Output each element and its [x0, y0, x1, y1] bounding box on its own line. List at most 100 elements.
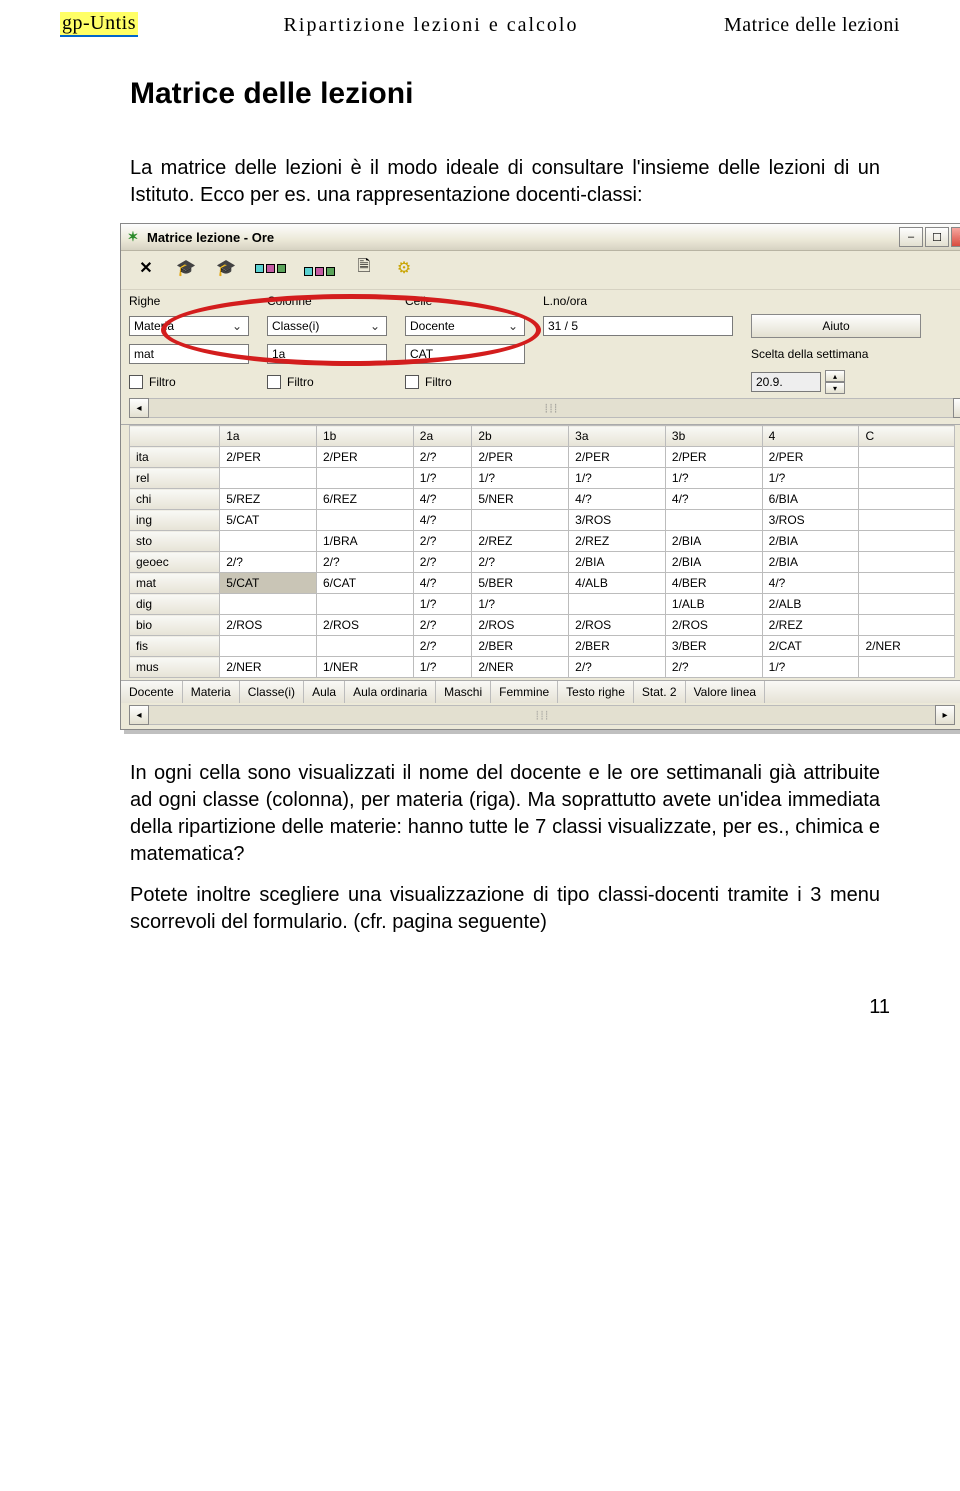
table-cell[interactable] [859, 615, 955, 636]
table-cell[interactable]: 2/PER [762, 447, 859, 468]
column-header[interactable]: 1b [317, 426, 414, 447]
scroll-right-icon[interactable]: ▸ [953, 398, 960, 418]
column-header[interactable]: 4 [762, 426, 859, 447]
column-header[interactable]: 3a [569, 426, 666, 447]
table-cell[interactable]: 2/ROS [665, 615, 762, 636]
bottom-column-header[interactable]: Maschi [436, 681, 491, 703]
table-cell[interactable]: 2/ROS [317, 615, 414, 636]
aiuto-button[interactable]: Aiuto [751, 314, 921, 338]
table-cell[interactable] [220, 531, 317, 552]
gears-icon[interactable]: ⚙ [393, 257, 415, 279]
table-cell[interactable]: 2/? [413, 552, 472, 573]
grid-scroll-left-icon[interactable]: ◂ [129, 705, 149, 725]
maximize-button[interactable]: ☐ [925, 227, 949, 247]
table-cell[interactable]: 5/BER [472, 573, 569, 594]
table-cell[interactable]: 2/CAT [762, 636, 859, 657]
table-cell[interactable]: 5/NER [472, 489, 569, 510]
hat-icon-1[interactable]: 🎓 [175, 257, 197, 279]
filtro-righe[interactable]: Filtro [129, 375, 249, 389]
table-cell[interactable]: 2/PER [220, 447, 317, 468]
table-cell[interactable] [317, 468, 414, 489]
row-header[interactable]: sto [130, 531, 220, 552]
table-cell[interactable] [220, 636, 317, 657]
table-cell[interactable] [859, 447, 955, 468]
row-header[interactable]: mat [130, 573, 220, 594]
bottom-column-header[interactable]: Valore linea [686, 681, 765, 703]
cancel-icon[interactable]: ✕ [135, 257, 157, 279]
table-cell[interactable]: 2/NER [859, 636, 955, 657]
table-cell[interactable]: 4/BER [665, 573, 762, 594]
table-cell[interactable]: 2/PER [665, 447, 762, 468]
table-cell[interactable] [859, 594, 955, 615]
table-cell[interactable]: 4/? [413, 510, 472, 531]
table-cell[interactable]: 2/ROS [472, 615, 569, 636]
table-cell[interactable] [859, 531, 955, 552]
table-cell[interactable]: 2/PER [569, 447, 666, 468]
table-cell[interactable]: 4/? [413, 573, 472, 594]
row-header[interactable]: ita [130, 447, 220, 468]
column-header[interactable]: C [859, 426, 955, 447]
table-cell[interactable]: 2/BIA [762, 552, 859, 573]
row-header[interactable]: fis [130, 636, 220, 657]
table-cell[interactable] [472, 510, 569, 531]
row-header[interactable]: mus [130, 657, 220, 678]
table-cell[interactable]: 4/? [762, 573, 859, 594]
bottom-column-header[interactable]: Femmine [491, 681, 558, 703]
input-righe-sub[interactable]: mat [129, 344, 249, 364]
table-cell[interactable]: 2/ALB [762, 594, 859, 615]
table-cell[interactable]: 1/? [472, 594, 569, 615]
table-cell[interactable]: 2/BIA [665, 531, 762, 552]
layout-icon-1[interactable] [255, 264, 286, 273]
controls-hscroll[interactable]: ┊┊┊ [149, 398, 953, 418]
bottom-column-header[interactable]: Aula ordinaria [345, 681, 436, 703]
table-cell[interactable]: 2/PER [317, 447, 414, 468]
hat-icon-2[interactable]: 🎓 [215, 257, 237, 279]
table-cell[interactable]: 4/ALB [569, 573, 666, 594]
print-preview-icon[interactable]: 🗎 [353, 257, 375, 279]
table-cell[interactable] [317, 636, 414, 657]
column-header[interactable]: 1a [220, 426, 317, 447]
table-cell[interactable]: 2/REZ [472, 531, 569, 552]
table-cell[interactable]: 1/? [665, 468, 762, 489]
row-header[interactable]: geoec [130, 552, 220, 573]
table-cell[interactable]: 2/ROS [569, 615, 666, 636]
row-header[interactable]: ing [130, 510, 220, 531]
table-cell[interactable]: 4/? [569, 489, 666, 510]
table-cell[interactable]: 1/? [413, 594, 472, 615]
table-cell[interactable]: 1/? [569, 468, 666, 489]
filtro-colonne[interactable]: Filtro [267, 375, 387, 389]
table-cell[interactable]: 1/? [413, 657, 472, 678]
table-cell[interactable] [859, 573, 955, 594]
table-cell[interactable]: 4/? [413, 489, 472, 510]
filtro-celle[interactable]: Filtro [405, 375, 525, 389]
table-cell[interactable]: 6/REZ [317, 489, 414, 510]
row-header[interactable]: dig [130, 594, 220, 615]
spinner-down[interactable]: ▾ [825, 382, 845, 394]
table-cell[interactable]: 6/CAT [317, 573, 414, 594]
table-cell[interactable]: 3/BER [665, 636, 762, 657]
bottom-column-header[interactable]: Testo righe [558, 681, 634, 703]
table-cell[interactable]: 1/NER [317, 657, 414, 678]
bottom-column-header[interactable]: Classe(i) [240, 681, 304, 703]
table-cell[interactable]: 2/PER [472, 447, 569, 468]
table-cell[interactable]: 1/? [762, 468, 859, 489]
table-cell[interactable] [317, 510, 414, 531]
table-cell[interactable] [220, 468, 317, 489]
table-cell[interactable]: 2/BER [569, 636, 666, 657]
table-cell[interactable]: 3/ROS [762, 510, 859, 531]
row-header[interactable]: bio [130, 615, 220, 636]
table-cell[interactable] [220, 594, 317, 615]
table-cell[interactable]: 2/NER [472, 657, 569, 678]
scroll-left-icon[interactable]: ◂ [129, 398, 149, 418]
combo-celle[interactable]: Docente⌄ [405, 316, 525, 336]
input-colonne-sub[interactable]: 1a [267, 344, 387, 364]
table-cell[interactable]: 2/? [569, 657, 666, 678]
combo-righe[interactable]: Materia⌄ [129, 316, 249, 336]
column-header[interactable]: 3b [665, 426, 762, 447]
table-cell[interactable] [317, 594, 414, 615]
input-lno[interactable]: 31 / 5 [543, 316, 733, 336]
spinner-up[interactable]: ▴ [825, 370, 845, 382]
table-cell[interactable]: 1/? [472, 468, 569, 489]
table-cell[interactable]: 2/? [472, 552, 569, 573]
table-cell[interactable] [859, 489, 955, 510]
